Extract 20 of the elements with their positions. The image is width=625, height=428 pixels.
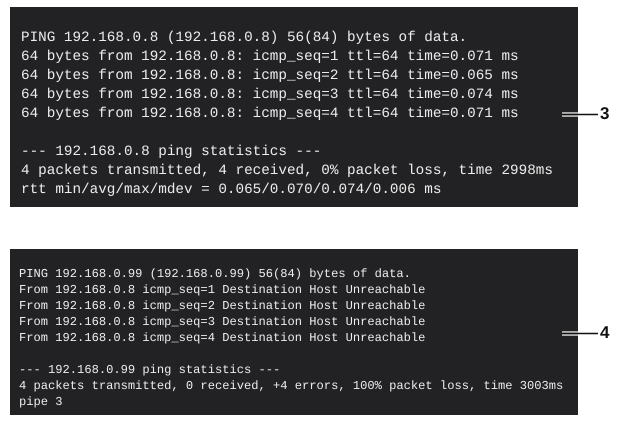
terminal-line: 64 bytes from 192.168.0.8: icmp_seq=2 ttl=64 time=0.065 ms [21,67,519,86]
leader-line [562,330,598,336]
terminal-line: --- 192.168.0.99 ping statistics --- [19,362,280,378]
terminal-line: From 192.168.0.8 icmp_seq=4 Destination Host Unreachable [19,330,426,346]
terminal-line: rtt min/avg/max/mdev = 0.065/0.070/0.074/0.006 ms [21,181,442,200]
terminal-line: 4 packets transmitted, 4 received, 0% packet loss, time 2998ms [21,162,553,181]
terminal-line: pipe 3 [19,394,63,410]
terminal-line: From 192.168.0.8 icmp_seq=1 Destination Host Unreachable [19,282,426,298]
callout-number: 3 [600,104,610,124]
terminal-line: From 192.168.0.8 icmp_seq=3 Destination Host Unreachable [19,314,426,330]
terminal-line: 64 bytes from 192.168.0.8: icmp_seq=1 ttl=64 time=0.071 ms [21,48,519,67]
callout-number: 4 [600,323,610,343]
terminal-line: PING 192.168.0.8 (192.168.0.8) 56(84) bytes of data. [21,29,468,48]
terminal-line: From 192.168.0.8 icmp_seq=2 Destination Host Unreachable [19,298,426,314]
terminal-line: 4 packets transmitted, 0 received, +4 errors, 100% packet loss, time 3003ms [19,378,564,394]
terminal-line: 64 bytes from 192.168.0.8: icmp_seq=3 ttl=64 time=0.074 ms [21,86,519,105]
terminal-line: 64 bytes from 192.168.0.8: icmp_seq=4 ttl=64 time=0.071 ms [21,105,519,124]
terminal-line: PING 192.168.0.99 (192.168.0.99) 56(84) bytes of data. [19,266,411,282]
terminal-line: --- 192.168.0.8 ping statistics --- [21,143,322,162]
leader-line [562,112,598,116]
